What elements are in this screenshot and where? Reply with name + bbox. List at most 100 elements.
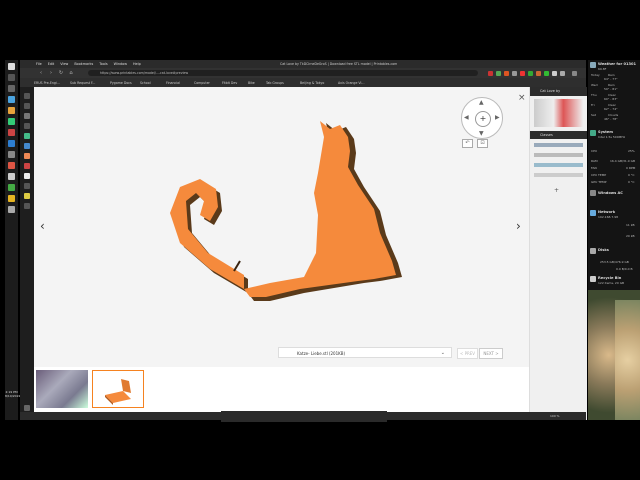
next-model-button[interactable]: NEXT > (479, 348, 503, 359)
bookmark-item[interactable]: Bike (248, 81, 255, 85)
model-viewer[interactable]: × ‹ › ▲ ▼ ◀ ▶ + ↶ ⊡ Katze- Liebe.stl (20… (34, 87, 529, 359)
extension-icon[interactable] (488, 71, 493, 76)
extension-icon[interactable] (504, 71, 509, 76)
bookmark-item[interactable]: Fitbit Dev (222, 81, 237, 85)
bookmark-item[interactable]: Tab Groups (266, 81, 284, 85)
search-icon[interactable] (8, 74, 15, 81)
app-icon[interactable] (8, 173, 15, 180)
back-icon[interactable]: ‹ (38, 70, 44, 76)
view-buttons: ↶ ⊡ (462, 139, 488, 148)
sidebar-icon[interactable] (24, 133, 30, 139)
bookmark-item[interactable]: Computer (194, 81, 210, 85)
forecast-range: 46° - 78° (604, 117, 618, 121)
panel-item[interactable] (534, 143, 583, 147)
app-icon[interactable] (8, 206, 15, 213)
bookmark-item[interactable]: ERUS Pre-Engi... (34, 81, 60, 85)
panel-item[interactable] (534, 163, 583, 167)
address-bar[interactable]: https://www.printables.com/model/...-cat… (88, 70, 478, 76)
bookmark-item[interactable]: School (140, 81, 151, 85)
menu-file[interactable]: File (36, 62, 42, 66)
browser-titlebar: File Edit View Bookmarks Tools Window He… (20, 60, 586, 68)
reload-icon[interactable]: ↻ (58, 70, 64, 76)
sidebar-icon[interactable] (24, 103, 30, 109)
extension-icon[interactable] (496, 71, 501, 76)
bookmark-item[interactable]: Financial (166, 81, 180, 85)
model-thumbnail[interactable] (92, 370, 144, 408)
reset-view-icon[interactable]: ↶ (462, 139, 473, 148)
add-panel-icon[interactable]: + (554, 187, 559, 194)
panel-classes-header[interactable]: Classes (530, 131, 587, 139)
screenshot-icon[interactable]: ⊡ (477, 139, 488, 148)
forecast-range: 64° - 77° (604, 77, 618, 81)
sidebar-icon[interactable] (24, 193, 30, 199)
sidebar-icon[interactable] (24, 123, 30, 129)
sidebar-icon[interactable] (24, 203, 30, 209)
app-icon[interactable] (8, 96, 15, 103)
navigation-cube[interactable]: ▲ ▼ ◀ ▶ + (461, 97, 503, 139)
model-file-select[interactable]: Katze- Liebe.stl (201KB) ⌄ (278, 347, 452, 358)
sidebar-icon[interactable] (24, 163, 30, 169)
extension-icon[interactable] (528, 71, 533, 76)
bookmark-item[interactable]: Pygame Docs (110, 81, 132, 85)
menu-help[interactable]: Help (133, 62, 141, 66)
rotate-down-icon[interactable]: ▼ (479, 130, 484, 137)
extension-icon[interactable] (536, 71, 541, 76)
extension-icon[interactable] (560, 71, 565, 76)
close-viewer-button[interactable]: × (518, 93, 526, 103)
settings-icon[interactable] (24, 405, 30, 411)
system-key: RAM (591, 159, 598, 163)
zoom-level[interactable]: 100 % (550, 414, 560, 418)
extension-icon[interactable] (572, 71, 577, 76)
app-icon[interactable] (8, 151, 15, 158)
sidebar-icon[interactable] (24, 113, 30, 119)
panel-item[interactable] (534, 153, 583, 157)
sidebar-icon[interactable] (24, 143, 30, 149)
prev-model-button[interactable]: < PREV (457, 348, 478, 359)
taskbar-clock[interactable]: 2:19 PM 8/10/2022 (5, 390, 20, 398)
menu-tools[interactable]: Tools (99, 62, 107, 66)
bookmark-item[interactable]: Beijing & Tokyo (300, 81, 324, 85)
home-icon[interactable]: ⌂ (68, 70, 74, 76)
panel-tab-title[interactable]: Cat Love by TkDCirneDeGroS (530, 87, 587, 102)
panel-page-preview[interactable] (534, 99, 583, 127)
prev-image-arrow[interactable]: ‹ (40, 219, 45, 233)
extension-icon[interactable] (520, 71, 525, 76)
rotate-left-icon[interactable]: ◀ (464, 114, 469, 121)
app-icon[interactable] (8, 162, 15, 169)
rotate-right-icon[interactable]: ▶ (495, 114, 500, 121)
rotate-up-icon[interactable]: ▲ (479, 99, 484, 106)
menu-bookmarks[interactable]: Bookmarks (74, 62, 93, 66)
panel-item[interactable] (534, 173, 583, 177)
menu-window[interactable]: Window (114, 62, 127, 66)
zoom-in-icon[interactable]: + (475, 111, 491, 127)
next-image-arrow[interactable]: › (516, 219, 521, 233)
network-sub: 192.168.7.98 (598, 215, 619, 219)
extension-icon[interactable] (512, 71, 517, 76)
app-icon[interactable] (8, 118, 15, 125)
forward-icon[interactable]: › (48, 70, 54, 76)
photo-thumbnail[interactable] (36, 370, 88, 408)
menu-edit[interactable]: Edit (48, 62, 55, 66)
forecast-day: Sat (591, 113, 596, 117)
menu-view[interactable]: View (60, 62, 68, 66)
sidebar-icon[interactable] (24, 173, 30, 179)
sidebar-icon[interactable] (24, 93, 30, 99)
app-icon[interactable] (8, 195, 15, 202)
app-icon[interactable] (8, 107, 15, 114)
bookmark-item[interactable]: Sub Request F... (70, 81, 95, 85)
chevron-down-icon: ⌄ (440, 350, 445, 356)
app-icon[interactable] (8, 140, 15, 147)
recycle-bin-icon[interactable] (590, 276, 596, 282)
app-icon[interactable] (8, 129, 15, 136)
system-icon (590, 130, 596, 136)
sidebar-icon[interactable] (24, 153, 30, 159)
extension-icon[interactable] (552, 71, 557, 76)
sidebar-icon[interactable] (24, 183, 30, 189)
microphone-icon (590, 190, 596, 196)
task-view-icon[interactable] (8, 85, 15, 92)
bookmark-item[interactable]: Axis Orange Vi... (338, 81, 364, 85)
browser-window: File Edit View Bookmarks Tools Window He… (20, 60, 587, 422)
extension-icon[interactable] (544, 71, 549, 76)
windows-start-icon[interactable] (8, 63, 15, 70)
app-icon[interactable] (8, 184, 15, 191)
